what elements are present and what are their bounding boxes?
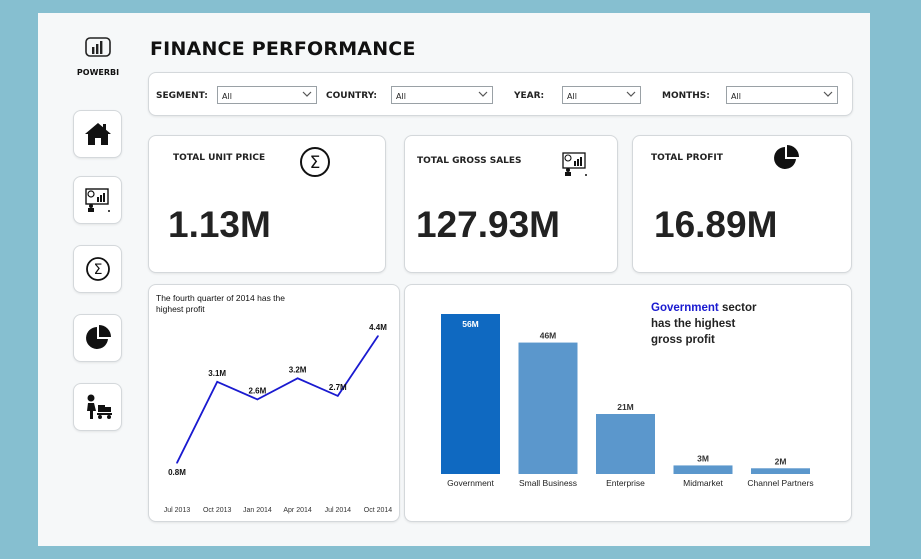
x-category-label: Enterprise	[606, 478, 645, 488]
kpi-value: 127.93M	[416, 204, 560, 245]
powerbi-logo-icon	[85, 37, 111, 57]
pie-chart-icon	[774, 145, 799, 169]
segment-filter-label: SEGMENT:	[156, 91, 208, 101]
filter-bar: SEGMENT: All COUNTRY: All YEAR: All MONT…	[148, 72, 853, 116]
nav-unit-price-button[interactable]: Σ	[73, 245, 122, 293]
year-filter-label: YEAR:	[514, 91, 545, 101]
logo-text: POWERBI	[76, 68, 120, 77]
data-label: 4.4M	[369, 323, 387, 332]
kpi-label: TOTAL UNIT PRICE	[173, 153, 266, 163]
bar-chart-annotation: has the highest	[651, 318, 736, 330]
annotation-highlight: Government	[651, 302, 719, 314]
sigma-icon: Σ	[300, 147, 330, 177]
page-title: FINANCE PERFORMANCE	[150, 38, 416, 60]
svg-text:Σ: Σ	[93, 262, 102, 278]
bar	[673, 465, 733, 474]
line-point	[377, 335, 379, 337]
data-label: 2.7M	[329, 383, 347, 392]
profit-line-chart: The fourth quarter of 2014 has the highe…	[156, 293, 393, 514]
kpi-card-profit: TOTAL PROFIT 16.89M	[632, 135, 852, 273]
country-filter-select[interactable]: All	[391, 86, 493, 104]
nav-profit-button[interactable]	[73, 314, 122, 362]
country-filter-label: COUNTRY:	[326, 91, 378, 101]
x-tick-label: Jul 2013	[164, 507, 191, 514]
kpi-card-gross-sales: TOTAL GROSS SALES 127.93M	[404, 135, 618, 273]
chevron-down-icon	[626, 91, 636, 97]
data-label: 3.2M	[289, 365, 307, 374]
kpi-card-unit-price: TOTAL UNIT PRICE Σ 1.13M	[148, 135, 386, 273]
dashboard-canvas: POWERBI FINANCE PERFORMANCE Σ SEGMENT: A…	[38, 13, 870, 546]
x-tick-label: Jan 2014	[243, 507, 272, 514]
nav-home-button[interactable]	[73, 110, 122, 158]
sigma-icon: Σ	[85, 257, 110, 281]
x-tick-label: Jul 2014	[325, 507, 352, 514]
profit-line	[176, 335, 379, 464]
kpi-value: 16.89M	[654, 204, 778, 245]
bar-data-label: 46M	[540, 331, 557, 341]
bar-data-label: 2M	[775, 456, 787, 466]
kpi-label: TOTAL GROSS SALES	[417, 156, 522, 166]
segment-filter-select[interactable]: All	[217, 86, 317, 104]
annotation-text: sector	[719, 302, 757, 314]
x-category-label: Government	[447, 478, 494, 488]
line-point	[256, 398, 259, 401]
year-filter-value: All	[567, 92, 577, 101]
data-label: 2.6M	[249, 386, 267, 395]
chevron-down-icon	[823, 91, 833, 97]
bar	[751, 468, 810, 474]
x-tick-label: Oct 2013	[203, 507, 232, 514]
pie-chart-icon	[85, 325, 111, 349]
months-filter-label: MONTHS:	[662, 91, 710, 101]
kpi-label: TOTAL PROFIT	[651, 153, 723, 163]
nav-operations-button[interactable]	[73, 383, 122, 431]
presentation-chart-icon	[562, 152, 587, 176]
line-point	[337, 395, 339, 397]
bar-data-label: 21M	[617, 402, 634, 412]
line-chart-title: The fourth quarter of 2014 has the	[156, 293, 285, 303]
line-point	[216, 381, 218, 383]
data-label: 3.1M	[208, 369, 226, 378]
nav-sales-button[interactable]	[73, 176, 122, 224]
home-icon	[84, 123, 111, 145]
worker-cart-icon	[86, 394, 112, 419]
chevron-down-icon	[302, 91, 312, 97]
year-filter-select[interactable]: All	[562, 86, 641, 104]
months-filter-value: All	[731, 92, 741, 101]
x-category-label: Midmarket	[683, 478, 723, 488]
country-filter-value: All	[396, 92, 406, 101]
bar	[518, 342, 578, 474]
bar-chart-annotation: Government sector	[651, 302, 757, 314]
x-tick-label: Oct 2014	[364, 507, 393, 514]
bar	[441, 314, 500, 474]
gross-sales-bar-chart: Government sector has the highest gross …	[441, 302, 814, 488]
bar-data-label: 56M	[462, 319, 479, 329]
chevron-down-icon	[478, 91, 488, 97]
segment-filter-value: All	[222, 92, 232, 101]
profit-line-chart-card: The fourth quarter of 2014 has the highe…	[148, 284, 400, 522]
x-tick-label: Apr 2014	[283, 507, 312, 514]
bar-chart-annotation: gross profit	[651, 334, 715, 346]
gross-sales-bar-chart-card: Government sector has the highest gross …	[404, 284, 852, 522]
x-category-label: Small Business	[519, 478, 577, 488]
bar-data-label: 3M	[697, 453, 709, 463]
svg-text:Σ: Σ	[310, 153, 321, 173]
data-label: 0.8M	[168, 468, 186, 477]
kpi-value: 1.13M	[168, 204, 271, 245]
line-chart-title: highest profit	[156, 304, 205, 314]
x-category-label: Channel Partners	[747, 478, 813, 488]
line-point	[296, 377, 299, 380]
presentation-chart-icon	[84, 188, 110, 212]
months-filter-select[interactable]: All	[726, 86, 838, 104]
bar	[596, 414, 655, 474]
line-point	[176, 462, 178, 464]
